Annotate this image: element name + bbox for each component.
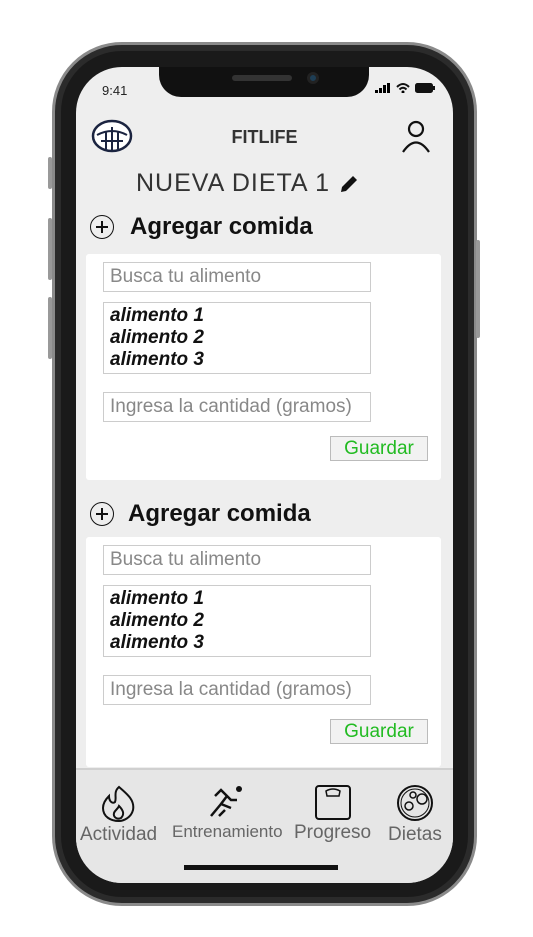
quantity-input[interactable]: Ingresa la cantidad (gramos)	[103, 675, 371, 705]
diet-title-text: NUEVA DIETA 1	[136, 169, 331, 197]
edit-pencil-icon[interactable]	[338, 173, 360, 195]
nav-actividad[interactable]: Actividad	[80, 784, 157, 846]
scale-icon	[314, 785, 351, 820]
list-item[interactable]: alimento 1	[110, 305, 364, 327]
nav-label: Dietas	[388, 824, 442, 845]
food-list[interactable]: alimento 1 alimento 2 alimento 3	[103, 585, 371, 657]
nav-label: Actividad	[80, 824, 158, 845]
runner-icon	[210, 786, 243, 817]
home-indicator[interactable]	[184, 865, 338, 870]
food-plate-icon	[396, 785, 433, 821]
add-circle-icon[interactable]	[90, 215, 114, 239]
list-item[interactable]: alimento 1	[110, 588, 364, 610]
nav-progreso[interactable]: Progreso	[294, 784, 371, 844]
food-search-input[interactable]: Busca tu alimento	[103, 262, 371, 292]
list-item[interactable]: alimento 2	[110, 327, 364, 349]
list-item[interactable]: alimento 3	[110, 632, 364, 654]
nav-dietas[interactable]: Dietas	[388, 784, 442, 846]
section-heading: Agregar comida	[128, 500, 311, 527]
add-food-card-1: Busca tu alimento alimento 1 alimento 2 …	[86, 254, 441, 480]
notch	[159, 67, 369, 97]
nav-entrenamiento[interactable]: Entrenamiento	[172, 784, 283, 842]
section-heading: Agregar comida	[130, 213, 313, 240]
add-food-card-2: Busca tu alimento alimento 1 alimento 2 …	[86, 537, 441, 767]
profile-icon[interactable]	[400, 119, 432, 153]
list-item[interactable]: alimento 2	[110, 610, 364, 632]
save-button[interactable]: Guardar	[330, 719, 428, 744]
wifi-icon	[396, 83, 410, 93]
power-button	[476, 240, 480, 338]
flame-icon	[101, 785, 134, 822]
mute-switch	[48, 157, 52, 189]
screen: 9:41 FITLIFE NUEVA DIETA 1 Agregar comid…	[76, 67, 453, 883]
status-time: 9:41	[102, 83, 128, 98]
nav-label: Progreso	[294, 822, 372, 843]
add-food-header-1[interactable]: Agregar comida	[90, 213, 313, 241]
app-title: FITLIFE	[231, 127, 298, 147]
food-search-input[interactable]: Busca tu alimento	[103, 545, 371, 575]
add-food-header-2[interactable]: Agregar comida	[90, 500, 311, 528]
battery-icon	[415, 83, 435, 93]
add-circle-icon[interactable]	[90, 502, 114, 526]
save-button[interactable]: Guardar	[330, 436, 428, 461]
diet-title: NUEVA DIETA 1	[136, 169, 360, 198]
volume-up-button	[48, 218, 52, 280]
volume-down-button	[48, 297, 52, 359]
camera-icon	[307, 72, 319, 84]
signal-icon	[375, 83, 390, 93]
nav-label: Entrenamiento	[172, 822, 283, 841]
status-icons	[375, 83, 435, 93]
list-item[interactable]: alimento 3	[110, 349, 364, 371]
food-list[interactable]: alimento 1 alimento 2 alimento 3	[103, 302, 371, 374]
quantity-input[interactable]: Ingresa la cantidad (gramos)	[103, 392, 371, 422]
